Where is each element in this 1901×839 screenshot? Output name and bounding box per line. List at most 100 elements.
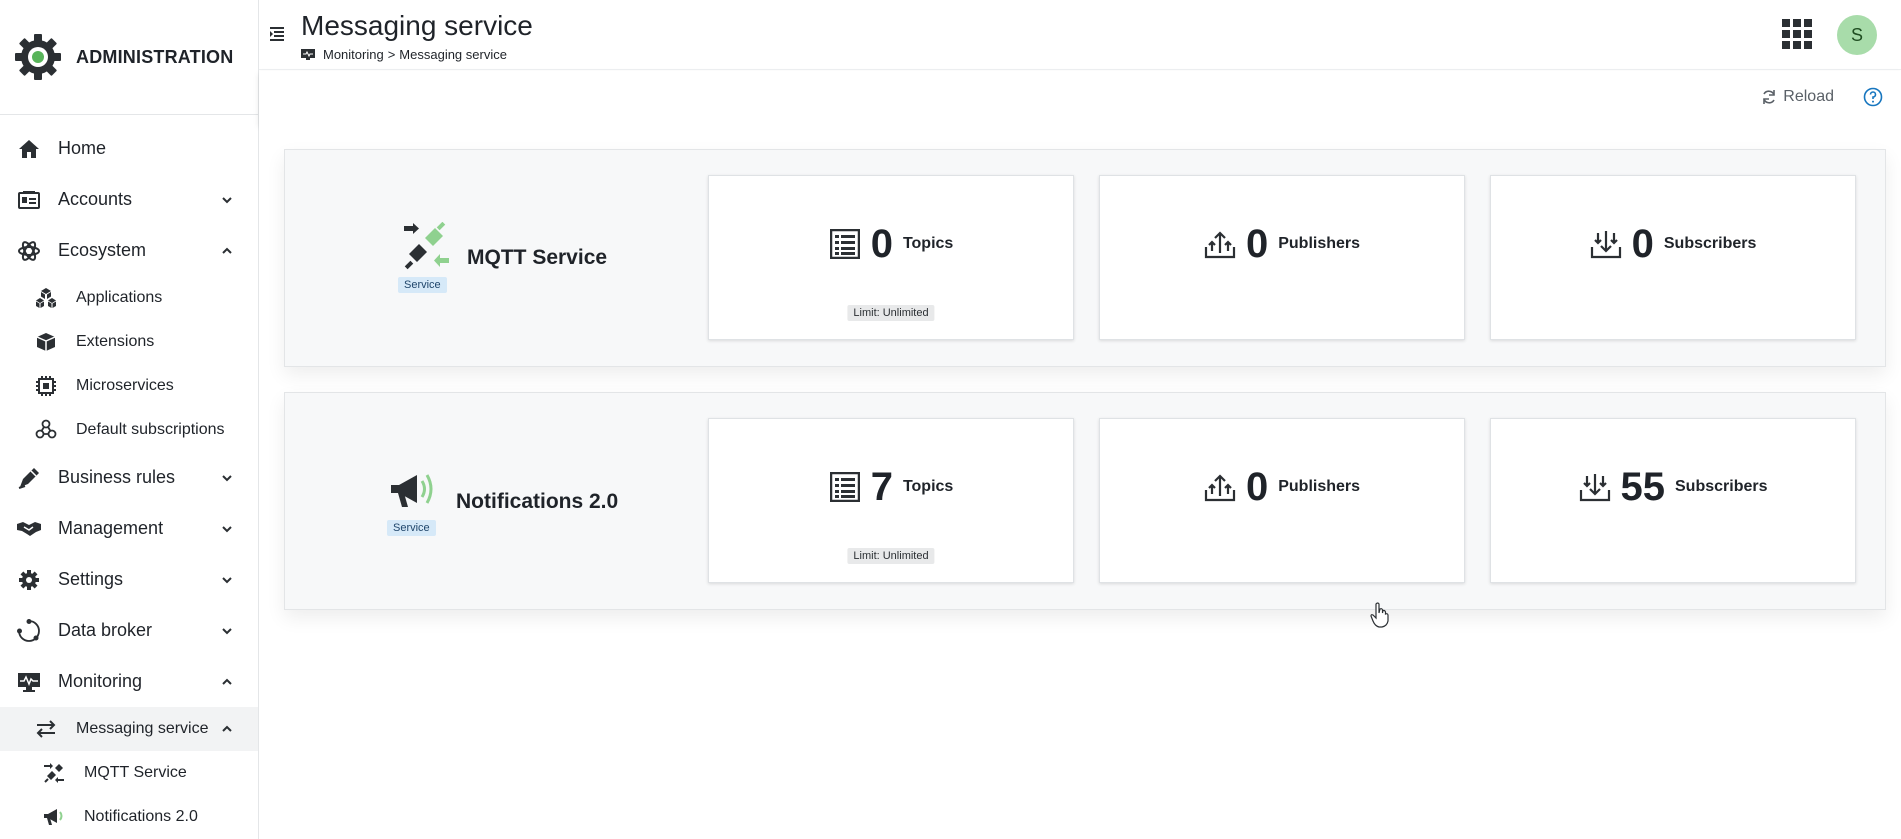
reload-label: Reload: [1783, 88, 1834, 105]
chevron-up-icon: [222, 247, 232, 254]
sidebar-item-label: Monitoring: [58, 671, 143, 691]
publishers-label: Publishers: [1278, 478, 1361, 495]
chevron-down-icon: [222, 196, 232, 203]
accounts-icon: [16, 187, 42, 213]
publishers-card[interactable]: 0 Publishers: [1099, 418, 1465, 583]
sidebar-item-label: Messaging service: [76, 720, 209, 737]
sidebar-item-messaging-service[interactable]: Messaging service: [0, 707, 258, 751]
service-name: Notifications 2.0: [456, 490, 619, 513]
sidebar-item-business-rules[interactable]: Business rules: [0, 452, 258, 503]
sidebar-item-label: Ecosystem: [58, 240, 147, 260]
publishers-stat: 0 Publishers: [1100, 467, 1464, 507]
subscribe-icon: [1579, 471, 1611, 503]
service-badge: Service: [398, 277, 447, 293]
app-switcher-icon[interactable]: [1781, 18, 1813, 50]
page-title: Messaging service: [301, 10, 533, 41]
action-bar: Reload: [259, 71, 1901, 124]
sidebar-item-applications[interactable]: Applications: [0, 276, 258, 320]
topics-limit-badge: Limit: Unlimited: [847, 548, 935, 564]
messaging-service-icon: [34, 717, 58, 741]
sidebar-item-monitoring[interactable]: Monitoring: [0, 656, 258, 707]
sidebar-item-microservices[interactable]: Microservices: [0, 364, 258, 408]
page-header: Messaging service Monitoring > Messaging…: [259, 0, 1901, 70]
sidebar-item-settings[interactable]: Settings: [0, 554, 258, 605]
sidebar-item-label: Data broker: [58, 620, 153, 640]
ecosystem-icon: [16, 238, 42, 264]
topics-stat: 0 Topics: [709, 224, 1073, 264]
mqtt-plug-icon: [404, 222, 449, 270]
publishers-stat: 0 Publishers: [1100, 224, 1464, 264]
service-panel-mqtt: Service MQTT Service 0 Topics Limit: Unl…: [284, 149, 1886, 367]
topics-card[interactable]: 7 Topics Limit: Unlimited: [708, 418, 1074, 583]
gear-icon: [16, 567, 42, 593]
chevron-up-icon: [222, 725, 232, 732]
megaphone-icon: [42, 805, 66, 829]
home-icon: [16, 136, 42, 162]
sidebar-item-label: Default subscriptions: [76, 421, 225, 438]
service-info: Service Notifications 2.0: [285, 393, 705, 611]
publishers-count: 0: [1245, 465, 1269, 509]
breadcrumb-link-monitoring[interactable]: Monitoring: [323, 47, 384, 62]
subscribers-count: 55: [1620, 465, 1666, 509]
sidebar-item-data-broker[interactable]: Data broker: [0, 605, 258, 656]
help-icon[interactable]: [1863, 87, 1883, 107]
sidebar-item-label: Accounts: [58, 189, 133, 209]
hand-cursor-icon: [1370, 602, 1389, 628]
sidebar-item-mqtt-service[interactable]: MQTT Service: [0, 751, 258, 795]
sidebar: ADMINISTRATION Home Accounts Ecosystem A…: [0, 0, 259, 839]
microservices-icon: [34, 374, 58, 398]
business-rules-icon: [16, 465, 42, 491]
publishers-card[interactable]: 0 Publishers: [1099, 175, 1465, 340]
sidebar-item-default-subscriptions[interactable]: Default subscriptions: [0, 408, 258, 452]
service-name: MQTT Service: [467, 246, 608, 269]
monitoring-icon: [301, 48, 315, 60]
service-panel-notifications: Service Notifications 2.0 7 Topics Limit…: [284, 392, 1886, 610]
subscribe-icon: [1590, 228, 1622, 260]
sidebar-item-extensions[interactable]: Extensions: [0, 320, 258, 364]
sidebar-item-notifications[interactable]: Notifications 2.0: [0, 795, 258, 839]
applications-icon: [34, 286, 58, 310]
chevron-down-icon: [222, 525, 232, 532]
sidebar-item-label: Applications: [76, 289, 163, 306]
monitoring-icon: [16, 669, 42, 695]
megaphone-icon: [391, 474, 433, 507]
subscribers-label: Subscribers: [1675, 478, 1768, 495]
subscribers-label: Subscribers: [1663, 235, 1757, 252]
management-icon: [16, 516, 42, 542]
topics-list-icon: [829, 471, 861, 503]
topics-list-icon: [829, 228, 861, 260]
publish-icon: [1204, 228, 1236, 260]
sidebar-item-label: MQTT Service: [84, 764, 187, 781]
sidebar-item-label: Management: [58, 518, 164, 538]
reload-button[interactable]: Reload: [1761, 88, 1834, 106]
service-badge: Service: [387, 520, 436, 536]
subscribers-card[interactable]: 0 Subscribers: [1490, 175, 1856, 340]
subscribers-stat: 55 Subscribers: [1491, 467, 1855, 507]
avatar[interactable]: S: [1837, 15, 1877, 55]
sidebar-item-label: Extensions: [76, 333, 155, 350]
sidebar-item-label: Business rules: [58, 467, 176, 487]
sidebar-item-accounts[interactable]: Accounts: [0, 174, 258, 225]
topics-stat: 7 Topics: [709, 467, 1073, 507]
default-subscriptions-icon: [34, 418, 58, 442]
subscribers-count: 0: [1631, 222, 1654, 266]
topics-card[interactable]: 0 Topics Limit: Unlimited: [708, 175, 1074, 340]
sidebar-item-ecosystem[interactable]: Ecosystem: [0, 225, 258, 276]
sidebar-item-label: Notifications 2.0: [84, 808, 198, 825]
sidebar-item-home[interactable]: Home: [0, 123, 258, 174]
sidebar-item-label: Microservices: [76, 377, 174, 394]
sidebar-toggle-icon[interactable]: [269, 25, 285, 41]
subscribers-stat: 0 Subscribers: [1491, 224, 1855, 264]
sidebar-item-management[interactable]: Management: [0, 503, 258, 554]
publishers-count: 0: [1245, 222, 1269, 266]
publishers-label: Publishers: [1278, 235, 1361, 252]
brand[interactable]: ADMINISTRATION: [0, 0, 258, 115]
subscribers-card[interactable]: 55 Subscribers: [1490, 418, 1856, 583]
breadcrumb-current: Messaging service: [399, 47, 507, 62]
chevron-down-icon: [222, 627, 232, 634]
topics-label: Topics: [902, 478, 954, 495]
gear-logo-icon: [15, 34, 61, 80]
topics-count: 0: [870, 222, 893, 266]
brand-title: ADMINISTRATION: [76, 46, 234, 67]
extensions-icon: [34, 330, 58, 354]
